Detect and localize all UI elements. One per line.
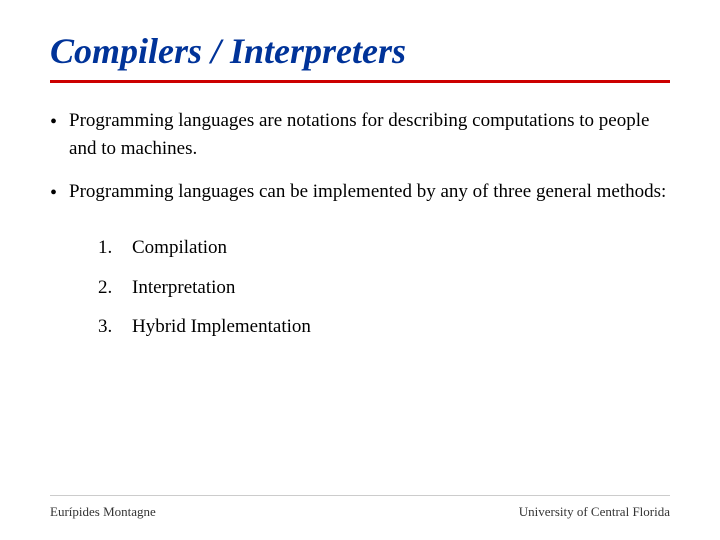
footer-left: Eurípides Montagne <box>50 504 156 520</box>
numbered-item-1: 1. Compilation <box>98 234 670 262</box>
numbered-item-text-2: Interpretation <box>132 274 235 302</box>
numbered-item-text-3: Hybrid Implementation <box>132 313 311 341</box>
content-area: • Programming languages are notations fo… <box>50 107 670 495</box>
bullet-text-2: Programming languages can be implemented… <box>69 178 670 206</box>
number-label-2: 2. <box>98 274 122 302</box>
bullet-item-2: • Programming languages can be implement… <box>50 178 670 208</box>
bullet-dot-1: • <box>50 108 57 137</box>
bullet-dot-2: • <box>50 179 57 208</box>
number-label-3: 3. <box>98 313 122 341</box>
slide: Compilers / Interpreters • Programming l… <box>0 0 720 540</box>
numbered-item-2: 2. Interpretation <box>98 274 670 302</box>
number-label-1: 1. <box>98 234 122 262</box>
numbered-list: 1. Compilation 2. Interpretation 3. Hybr… <box>98 234 670 341</box>
bullet-item-1: • Programming languages are notations fo… <box>50 107 670 162</box>
numbered-item-text-1: Compilation <box>132 234 227 262</box>
numbered-item-3: 3. Hybrid Implementation <box>98 313 670 341</box>
title-section: Compilers / Interpreters <box>50 30 670 83</box>
footer-right: University of Central Florida <box>519 504 670 520</box>
footer: Eurípides Montagne University of Central… <box>50 495 670 520</box>
slide-title: Compilers / Interpreters <box>50 30 670 72</box>
bullet-text-1: Programming languages are notations for … <box>69 107 670 162</box>
